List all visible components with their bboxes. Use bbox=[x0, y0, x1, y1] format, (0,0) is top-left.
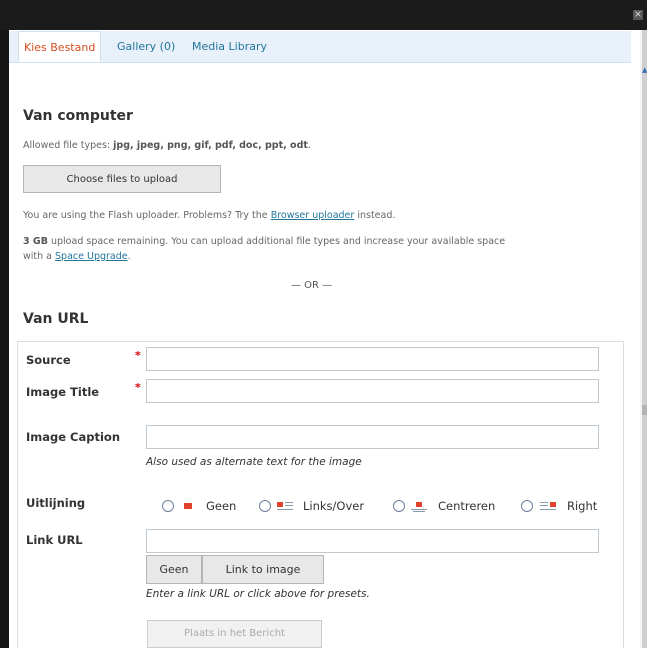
insert-into-post-button[interactable]: Plaats in het Bericht bbox=[147, 620, 322, 648]
scroll-up-icon[interactable]: ▲ bbox=[642, 66, 647, 74]
tab-media-library[interactable]: Media Library bbox=[192, 40, 267, 53]
link-none-button[interactable]: Geen bbox=[146, 555, 202, 584]
image-title-input[interactable] bbox=[146, 379, 599, 403]
align-center-text: Centreren bbox=[438, 499, 496, 513]
align-left-icon bbox=[277, 502, 293, 510]
space-remaining-note: 3 GB upload space remaining. You can upl… bbox=[23, 236, 506, 247]
flash-uploader-note: You are using the Flash uploader. Proble… bbox=[23, 210, 396, 221]
align-none-text: Geen bbox=[206, 499, 237, 513]
align-center-icon bbox=[411, 502, 427, 512]
from-computer-heading: Van computer bbox=[23, 108, 133, 124]
align-right-radio[interactable] bbox=[521, 500, 533, 512]
caption-help: Also used as alternate text for the imag… bbox=[146, 456, 362, 468]
link-to-image-button[interactable]: Link to image bbox=[202, 555, 324, 584]
browser-uploader-link[interactable]: Browser uploader bbox=[271, 210, 355, 221]
close-icon[interactable]: × bbox=[633, 10, 643, 20]
from-url-heading: Van URL bbox=[23, 311, 89, 327]
choose-files-button[interactable]: Choose files to upload bbox=[23, 165, 221, 193]
align-center-radio[interactable] bbox=[393, 500, 405, 512]
space-upgrade-link[interactable]: Space Upgrade bbox=[55, 251, 128, 262]
link-help: Enter a link URL or click above for pres… bbox=[146, 588, 370, 600]
align-right-icon bbox=[540, 502, 556, 510]
source-label: Source bbox=[26, 353, 71, 367]
required-marker: * bbox=[135, 381, 141, 394]
image-caption-label: Image Caption bbox=[26, 430, 121, 444]
left-frame bbox=[0, 30, 9, 648]
space-upgrade-note: with a Space Upgrade. bbox=[23, 251, 131, 262]
or-separator: — OR — bbox=[291, 280, 333, 291]
align-none-icon bbox=[184, 503, 192, 509]
alignment-label: Uitlijning bbox=[26, 496, 86, 510]
align-right-text: Right bbox=[567, 499, 598, 513]
link-url-input[interactable] bbox=[146, 529, 599, 553]
align-left-text: Links/Over bbox=[303, 499, 365, 513]
scrollbar-thumb[interactable] bbox=[642, 405, 647, 415]
tab-gallery[interactable]: Gallery (0) bbox=[117, 40, 175, 53]
tab-kies-bestand[interactable]: Kies Bestand bbox=[18, 31, 102, 62]
source-input[interactable] bbox=[146, 347, 599, 371]
align-left-radio[interactable] bbox=[259, 500, 271, 512]
link-url-label: Link URL bbox=[26, 533, 83, 547]
tab-bar: Kies Bestand Gallery (0) Media Library bbox=[9, 31, 631, 63]
align-none-radio[interactable] bbox=[162, 500, 174, 512]
image-caption-input[interactable] bbox=[146, 425, 599, 449]
scrollbar[interactable]: ▲ bbox=[642, 30, 647, 648]
title-bar: × bbox=[0, 0, 647, 30]
image-title-label: Image Title bbox=[26, 385, 100, 399]
required-marker: * bbox=[135, 349, 141, 362]
allowed-file-types: Allowed file types: jpg, jpeg, png, gif,… bbox=[23, 140, 311, 151]
